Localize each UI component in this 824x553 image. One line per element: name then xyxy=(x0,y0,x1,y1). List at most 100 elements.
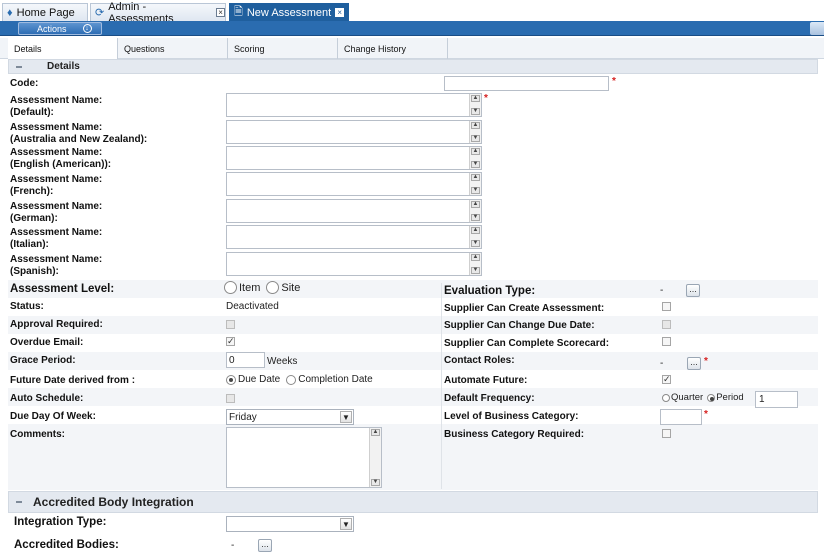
collapse-icon[interactable] xyxy=(15,63,23,71)
accredited-section-header[interactable]: Accredited Body Integration xyxy=(8,491,818,513)
scroll-down-icon[interactable]: ▼ xyxy=(471,267,480,274)
scrollbar[interactable]: ▲ ▼ xyxy=(469,226,481,248)
name-it-label: Assessment Name: (Italian): xyxy=(10,227,102,251)
tab-new-assessment[interactable]: 🗎 New Assessment × xyxy=(229,3,349,21)
name-au-input[interactable]: ▲ ▼ xyxy=(226,120,482,144)
scroll-up-icon[interactable]: ▲ xyxy=(471,95,480,102)
scrollbar[interactable]: ▲ ▼ xyxy=(469,94,481,116)
supplier-create-label: Supplier Can Create Assessment: xyxy=(444,303,605,314)
scroll-up-icon[interactable]: ▲ xyxy=(471,174,480,181)
overdue-email-checkbox[interactable]: ✓ xyxy=(226,337,235,346)
label-line: (English (American)): xyxy=(10,159,112,170)
integration-type-select[interactable]: ▼ xyxy=(226,516,354,532)
status-label: Status: xyxy=(10,301,44,312)
supplier-change-checkbox[interactable] xyxy=(662,320,671,329)
code-input[interactable] xyxy=(444,76,609,91)
actions-button[interactable]: Actions ↓ xyxy=(18,22,102,35)
scroll-down-icon[interactable]: ▼ xyxy=(471,214,480,221)
name-es-label: Assessment Name: (Spanish): xyxy=(10,254,102,278)
name-fr-input[interactable]: ▲ ▼ xyxy=(226,172,482,196)
frequency-quarter-radio[interactable] xyxy=(662,393,670,402)
level-site-radio[interactable] xyxy=(266,281,280,294)
approval-required-checkbox[interactable] xyxy=(226,320,235,329)
frequency-period-input[interactable]: 1 xyxy=(755,391,798,408)
close-icon[interactable]: × xyxy=(216,8,225,17)
accredited-bodies-value: - xyxy=(231,540,235,551)
name-us-input[interactable]: ▲ ▼ xyxy=(226,146,482,170)
select-value: Friday xyxy=(229,411,257,423)
scroll-up-icon[interactable]: ▲ xyxy=(471,254,480,261)
scroll-down-icon[interactable]: ▼ xyxy=(471,240,480,247)
scrollbar[interactable]: ▲ ▼ xyxy=(469,121,481,143)
name-it-input[interactable]: ▲ ▼ xyxy=(226,225,482,249)
accredited-bodies-lookup-button[interactable]: ... xyxy=(258,539,272,552)
name-default-input[interactable]: ▲ ▼ xyxy=(226,93,482,117)
level-item-radio[interactable] xyxy=(224,281,237,294)
tab-home-page[interactable]: ♦ Home Page xyxy=(2,3,88,21)
supplier-change-label: Supplier Can Change Due Date: xyxy=(444,320,595,331)
scroll-down-icon[interactable]: ▼ xyxy=(471,161,480,168)
required-marker: * xyxy=(612,76,616,87)
frequency-period-radio[interactable] xyxy=(707,393,716,402)
tab-label: Home Page xyxy=(16,6,75,19)
subtab-questions[interactable]: Questions xyxy=(118,38,228,59)
close-icon[interactable]: × xyxy=(335,8,345,17)
subtab-label: Details xyxy=(14,43,42,54)
contact-roles-lookup-button[interactable]: ... xyxy=(687,357,701,370)
details-section-header[interactable]: Details xyxy=(8,59,818,74)
label-line: (Italian): xyxy=(10,239,49,250)
action-bar xyxy=(0,21,824,36)
default-frequency-label: Default Frequency: xyxy=(444,393,535,404)
scrollbar[interactable]: ▲ ▼ xyxy=(469,147,481,169)
tab-admin-assessments[interactable]: ⟳ Admin - Assessments × xyxy=(90,1,226,25)
scroll-up-icon[interactable]: ▲ xyxy=(371,429,380,436)
scrollbar[interactable]: ▲ ▼ xyxy=(469,200,481,222)
scrollbar[interactable]: ▲ ▼ xyxy=(469,173,481,195)
assessment-level-group: Item Site xyxy=(224,281,300,294)
scroll-down-icon[interactable]: ▼ xyxy=(371,479,380,486)
label-line: (Default): xyxy=(10,107,54,118)
label-line: (French): xyxy=(10,186,54,197)
evaluation-type-lookup-button[interactable]: ... xyxy=(686,284,700,297)
subtab-change-history[interactable]: Change History xyxy=(338,38,448,59)
level-business-input[interactable] xyxy=(660,409,702,425)
row-band xyxy=(8,424,818,490)
default-frequency-group: Quarter Period xyxy=(662,392,744,403)
subtab-scoring[interactable]: Scoring xyxy=(228,38,338,59)
radio-label: Site xyxy=(281,281,301,294)
scroll-down-icon[interactable]: ▼ xyxy=(471,187,480,194)
chevron-down-icon[interactable]: ▼ xyxy=(340,518,352,530)
scroll-up-icon[interactable]: ▲ xyxy=(471,148,480,155)
scroll-up-icon[interactable]: ▲ xyxy=(471,201,480,208)
scroll-up-icon[interactable]: ▲ xyxy=(471,122,480,129)
due-date-radio[interactable] xyxy=(226,374,236,385)
completion-date-radio[interactable] xyxy=(286,374,297,385)
business-required-label: Business Category Required: xyxy=(444,429,585,440)
business-required-checkbox[interactable] xyxy=(662,429,671,438)
grace-period-input[interactable]: 0 xyxy=(226,352,265,368)
supplier-complete-label: Supplier Can Complete Scorecard: xyxy=(444,338,610,349)
supplier-complete-checkbox[interactable] xyxy=(662,337,671,346)
supplier-create-checkbox[interactable] xyxy=(662,302,671,311)
label-line: (Australia and New Zealand): xyxy=(10,134,148,145)
scrollbar[interactable]: ▲ ▼ xyxy=(369,428,381,487)
name-de-input[interactable]: ▲ ▼ xyxy=(226,199,482,223)
name-es-input[interactable]: ▲ ▼ xyxy=(226,252,482,276)
panel-toggle[interactable] xyxy=(810,22,824,35)
scroll-up-icon[interactable]: ▲ xyxy=(471,227,480,234)
grace-period-label: Grace Period: xyxy=(10,355,76,366)
due-day-select[interactable]: Friday ▼ xyxy=(226,409,354,425)
actions-label: Actions xyxy=(37,23,67,34)
label-line: (German): xyxy=(10,213,58,224)
scroll-down-icon[interactable]: ▼ xyxy=(471,135,480,142)
automate-future-checkbox[interactable]: ✓ xyxy=(662,375,671,384)
column-divider xyxy=(441,283,442,489)
subtab-details[interactable]: Details xyxy=(8,38,118,59)
comments-textarea[interactable]: ▲ ▼ xyxy=(226,427,382,488)
collapse-icon[interactable] xyxy=(15,498,23,506)
chevron-down-icon[interactable]: ▼ xyxy=(340,411,352,423)
scroll-down-icon[interactable]: ▼ xyxy=(471,108,480,115)
scrollbar[interactable]: ▲ ▼ xyxy=(469,253,481,275)
label-line: Assessment Name: xyxy=(10,201,103,212)
auto-schedule-checkbox[interactable] xyxy=(226,394,235,403)
